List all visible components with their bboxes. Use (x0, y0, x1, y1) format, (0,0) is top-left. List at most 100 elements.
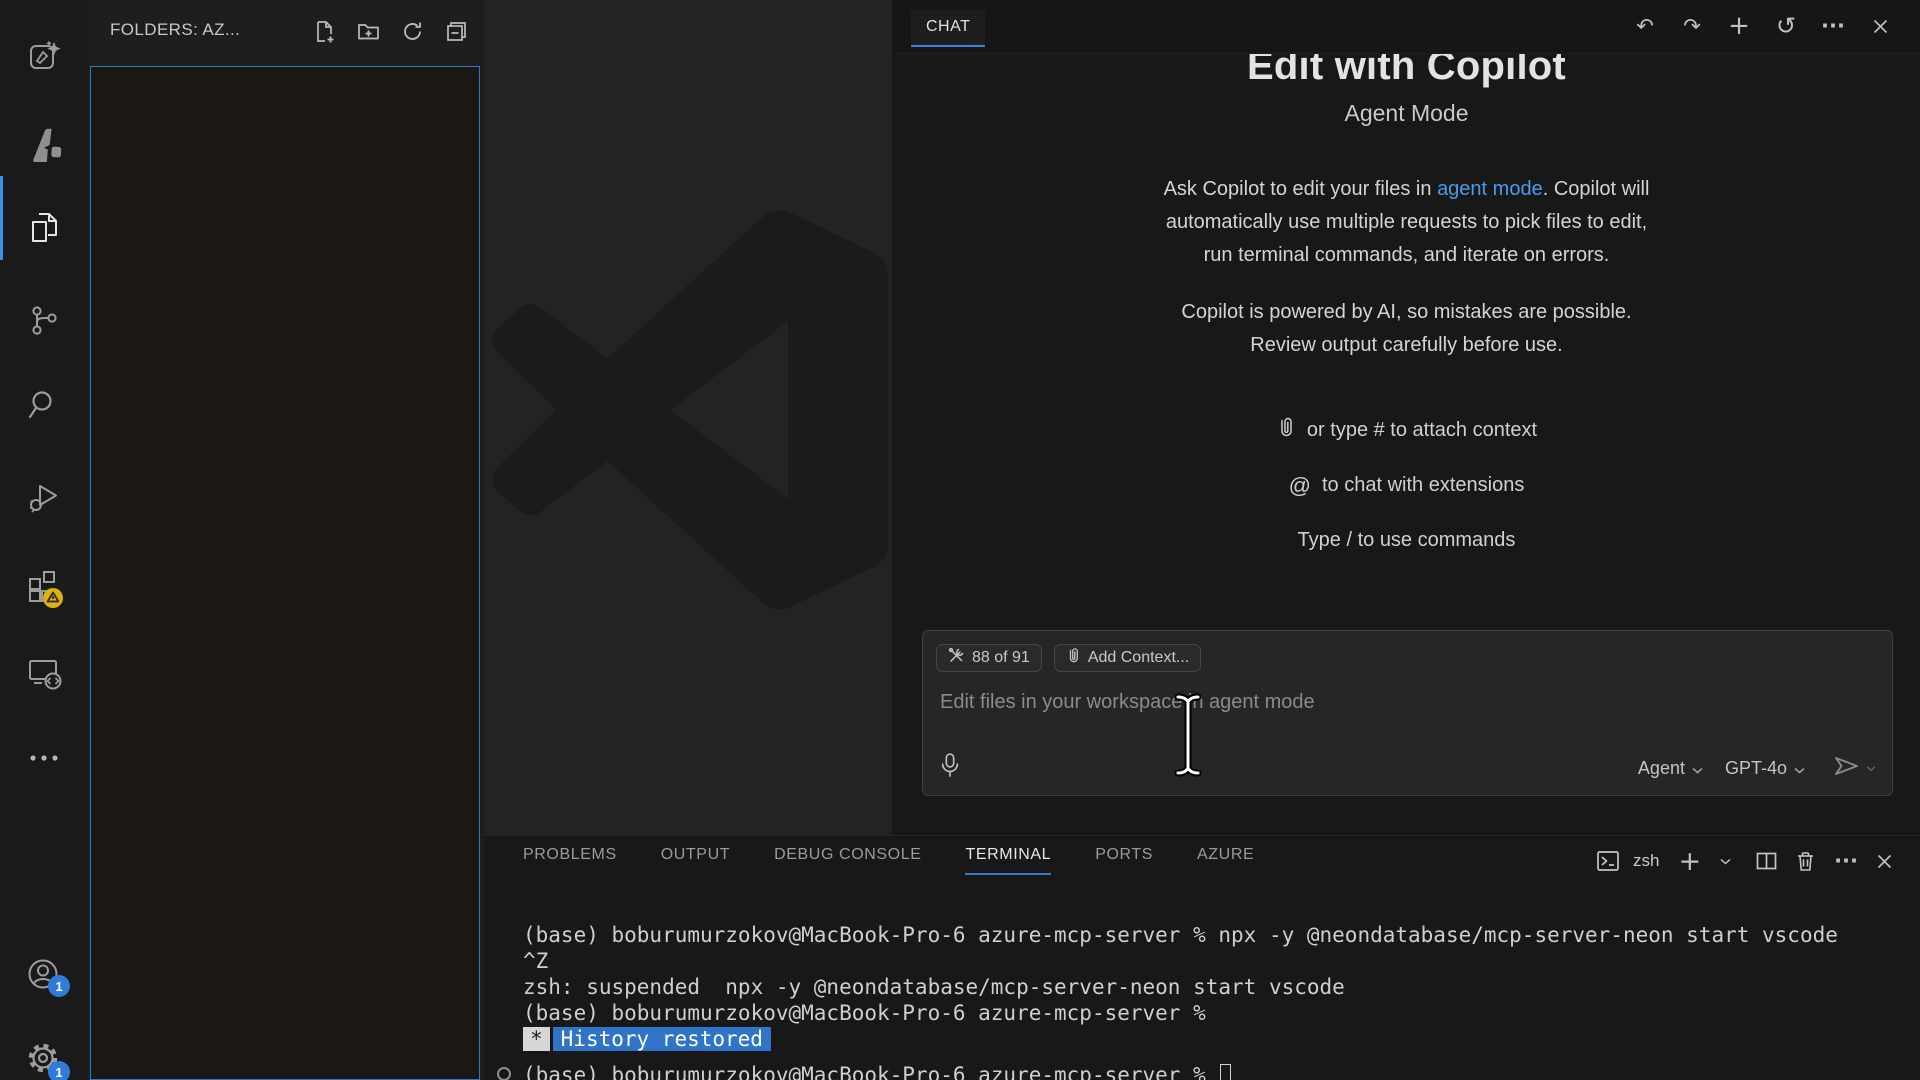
panel-tabs: PROBLEMS OUTPUT DEBUG CONSOLE TERMINAL P… (523, 846, 1298, 875)
kill-terminal-trash-icon[interactable] (1796, 849, 1815, 873)
vscode-watermark-logo (488, 210, 888, 610)
caution-text: Review output carefully before use. (1250, 334, 1562, 356)
vscode-window: 1 1 FOLDERS: AZ... (0, 0, 1920, 1080)
intro-text: run terminal commands, and iterate on er… (1204, 244, 1610, 266)
accounts-button[interactable]: 1 (0, 945, 88, 1005)
accounts-badge: 1 (48, 975, 70, 997)
terminal-cursor (1220, 1064, 1231, 1080)
tab-azure[interactable]: AZURE (1197, 846, 1254, 875)
at-icon: @ (1289, 473, 1311, 499)
shell-label: zsh (1633, 851, 1659, 871)
chat-intro-paragraph: Ask Copilot to edit your files in agent … (893, 173, 1920, 272)
editor-group (484, 0, 892, 835)
explorer-sidebar: FOLDERS: AZ... (88, 0, 484, 1080)
split-terminal-icon[interactable] (1756, 849, 1777, 873)
mic-icon[interactable] (939, 752, 961, 785)
activity-bar: 1 1 (0, 0, 88, 1080)
send-button[interactable] (1833, 754, 1876, 783)
folders-tree-empty[interactable] (90, 66, 480, 1080)
new-file-icon[interactable] (313, 20, 336, 43)
terminal-line: zsh: suspended npx -y @neondatabase/mcp-… (523, 974, 1838, 1000)
chevron-down-icon (1866, 759, 1876, 777)
new-folder-icon[interactable] (357, 20, 380, 43)
copilot-edits-button[interactable] (0, 27, 88, 87)
explorer-button[interactable] (0, 198, 88, 258)
extensions-icon (24, 567, 64, 609)
add-context-chip[interactable]: Add Context... (1054, 644, 1201, 672)
source-control-button[interactable] (0, 290, 88, 350)
mode-dropdown[interactable]: Agent (1632, 756, 1709, 781)
remote-explorer-button[interactable] (0, 643, 88, 703)
hint-attach-context: or type # to attach context (893, 414, 1920, 447)
command-decoration-circle[interactable] (497, 1067, 511, 1080)
tab-chat[interactable]: CHAT (911, 10, 985, 47)
more-actions-button[interactable] (0, 728, 88, 788)
hint-commands: Type / to use commands (893, 524, 1920, 557)
prompt-text: (base) boburumurzokov@MacBook-Pro-6 azur… (523, 1063, 1218, 1080)
paperclip-icon (1066, 647, 1081, 670)
close-panel-icon[interactable] (1877, 849, 1892, 873)
hint-extensions: @ to chat with extensions (893, 469, 1920, 502)
tab-terminal[interactable]: TERMINAL (965, 846, 1051, 875)
launch-profile-chevron-icon[interactable] (1720, 849, 1731, 873)
hint-text: Type / to use commands (1298, 529, 1516, 552)
agent-mode-link[interactable]: agent mode (1437, 178, 1543, 200)
settings-badge: 1 (48, 1061, 70, 1080)
more-icon[interactable]: ··· (1834, 849, 1858, 873)
caution-text: Copilot is powered by AI, so mistakes ar… (1181, 301, 1631, 323)
collapse-all-icon[interactable] (445, 20, 468, 43)
history-star-badge: * (523, 1027, 550, 1051)
model-dropdown[interactable]: GPT-4o (1719, 756, 1811, 781)
search-icon (26, 387, 62, 423)
chat-tabstrip: CHAT ↶ ↷ + ↺ ··· (893, 0, 1920, 54)
accounts-icon: 1 (24, 955, 64, 995)
chat-input-placeholder[interactable]: Edit files in your workspace in agent mo… (940, 691, 1315, 714)
tab-output[interactable]: OUTPUT (661, 846, 730, 875)
tools-icon (948, 647, 965, 669)
source-control-icon (26, 302, 62, 338)
explorer-icon (25, 209, 63, 247)
terminal-shell-icon (1596, 849, 1620, 873)
chevron-down-icon (1794, 758, 1805, 779)
chat-title: Edit with Copilot (893, 54, 1920, 92)
azure-extension-icon (25, 124, 63, 162)
terminal-output[interactable]: (base) boburumurzokov@MacBook-Pro-6 azur… (523, 922, 1838, 1052)
new-terminal-icon[interactable]: + (1678, 849, 1701, 873)
new-chat-icon[interactable]: + (1729, 14, 1749, 38)
chat-subtitle: Agent Mode (893, 100, 1920, 127)
search-button[interactable] (0, 375, 88, 435)
terminal-prompt-line: (base) boburumurzokov@MacBook-Pro-6 azur… (523, 1062, 1231, 1080)
settings-gear-icon: 1 (24, 1039, 64, 1079)
more-icon[interactable]: ··· (1823, 14, 1843, 38)
tab-ports[interactable]: PORTS (1095, 846, 1153, 875)
bottom-panel: PROBLEMS OUTPUT DEBUG CONSOLE TERMINAL P… (484, 835, 1920, 1080)
chevron-down-icon (1692, 758, 1703, 779)
sidebar-title: FOLDERS: AZ... (110, 20, 240, 40)
terminal-line: ^Z (523, 948, 1838, 974)
chat-panel: CHAT ↶ ↷ + ↺ ··· Edit with Copilot Agent… (892, 0, 1920, 835)
intro-text: Ask Copilot to edit your files in (1164, 178, 1437, 200)
copilot-edits-icon (26, 39, 62, 75)
close-icon[interactable] (1870, 14, 1890, 38)
run-debug-button[interactable] (0, 468, 88, 528)
redo-icon[interactable]: ↷ (1682, 14, 1702, 38)
azure-extension-button[interactable] (0, 113, 88, 173)
intro-text: automatically use multiple requests to p… (1166, 211, 1647, 233)
remote-explorer-icon (24, 654, 64, 692)
chat-hints: or type # to attach context @ to chat wi… (893, 414, 1920, 557)
tab-debug-console[interactable]: DEBUG CONSOLE (774, 846, 921, 875)
tools-chip[interactable]: 88 of 91 (936, 644, 1042, 672)
terminal-line: (base) boburumurzokov@MacBook-Pro-6 azur… (523, 1000, 1838, 1026)
chat-input-box[interactable]: 88 of 91 Add Context... Edit files in yo… (922, 630, 1893, 796)
send-icon (1833, 754, 1860, 783)
extensions-button[interactable] (0, 558, 88, 618)
run-debug-icon (26, 480, 62, 516)
tab-problems[interactable]: PROBLEMS (523, 846, 617, 875)
intro-text: . Copilot will (1543, 178, 1650, 200)
add-context-label: Add Context... (1088, 649, 1189, 667)
settings-button[interactable]: 1 (0, 1029, 88, 1080)
history-icon[interactable]: ↺ (1776, 14, 1796, 38)
refresh-icon[interactable] (401, 20, 424, 43)
sidebar-header: FOLDERS: AZ... (88, 0, 484, 64)
undo-icon[interactable]: ↶ (1635, 14, 1655, 38)
